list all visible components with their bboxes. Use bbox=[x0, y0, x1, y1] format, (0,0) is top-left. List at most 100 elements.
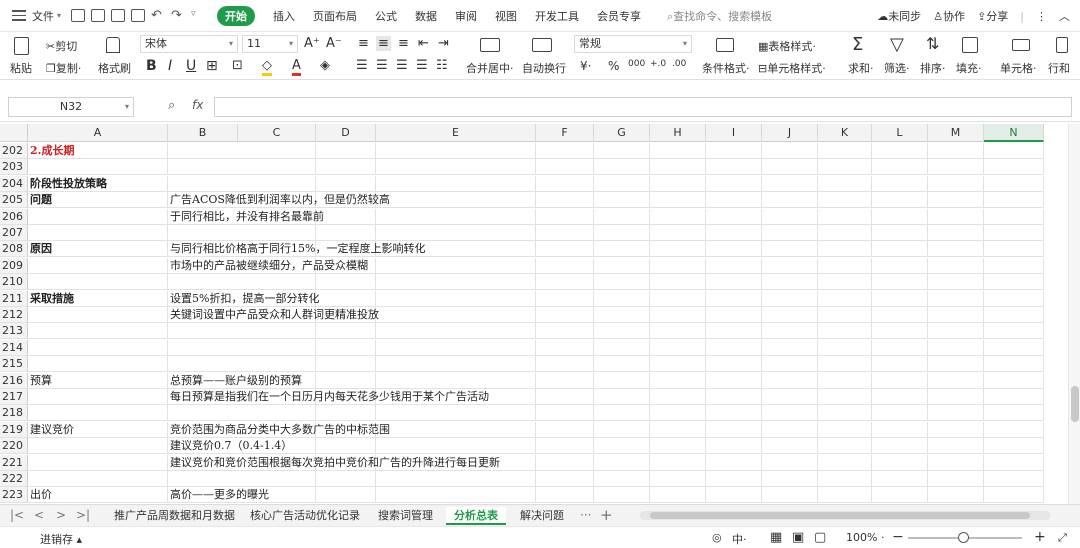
cell[interactable] bbox=[818, 192, 872, 209]
cell[interactable] bbox=[594, 438, 650, 455]
cell[interactable] bbox=[536, 339, 594, 356]
merge-center-button[interactable]: 合并居中· bbox=[466, 60, 514, 76]
column-header-e[interactable]: E bbox=[376, 124, 536, 142]
cell[interactable] bbox=[536, 389, 594, 405]
cell-b[interactable]: 市场中的产品被继续细分，产品受众模糊 bbox=[168, 258, 368, 274]
cell-b[interactable] bbox=[168, 340, 238, 356]
cell[interactable] bbox=[316, 175, 376, 192]
cell-a[interactable] bbox=[28, 257, 168, 274]
cell-a[interactable]: 预算 bbox=[28, 372, 168, 389]
row-header[interactable]: 213 bbox=[0, 323, 28, 340]
normal-view-icon[interactable]: ▦ bbox=[770, 530, 782, 545]
cell[interactable] bbox=[706, 356, 762, 373]
row-header[interactable]: 211 bbox=[0, 290, 28, 307]
sum-icon[interactable]: Σ bbox=[852, 34, 863, 55]
cell[interactable] bbox=[928, 290, 984, 307]
cell[interactable] bbox=[536, 356, 594, 373]
cells-icon[interactable] bbox=[1012, 39, 1030, 51]
cell[interactable] bbox=[762, 421, 818, 438]
cell[interactable] bbox=[376, 290, 536, 307]
first-sheet-icon[interactable]: |< bbox=[10, 508, 24, 522]
cell[interactable] bbox=[872, 307, 928, 323]
cell-a[interactable] bbox=[28, 454, 168, 471]
zoom-level[interactable]: 100% · bbox=[846, 531, 884, 544]
row-header[interactable]: 205 bbox=[0, 192, 28, 209]
align-right-icon[interactable]: ☰ bbox=[396, 58, 408, 73]
cell-b[interactable]: 竞价范围为商品分类中大多数广告的中标范围 bbox=[168, 422, 390, 438]
indent-increase-icon[interactable]: ⇥ bbox=[438, 36, 449, 51]
distributed-icon[interactable]: ☷ bbox=[436, 58, 448, 73]
cell-b[interactable]: 于同行相比，并没有排名最靠前 bbox=[168, 209, 324, 225]
more-sheets-icon[interactable]: ··· bbox=[580, 508, 591, 522]
cell[interactable] bbox=[706, 323, 762, 340]
cut-button[interactable]: ✂剪切 bbox=[46, 38, 77, 54]
row-header[interactable]: 206 bbox=[0, 208, 28, 225]
cell[interactable] bbox=[762, 241, 818, 258]
cell[interactable] bbox=[818, 356, 872, 373]
cell[interactable] bbox=[706, 241, 762, 258]
conditional-format-icon[interactable] bbox=[716, 38, 734, 52]
cell-a[interactable]: 2.成长期 bbox=[28, 143, 168, 159]
cell[interactable] bbox=[984, 323, 1044, 340]
formula-input[interactable] bbox=[214, 97, 1072, 117]
cell[interactable] bbox=[650, 192, 706, 209]
cell[interactable] bbox=[376, 307, 536, 323]
cell[interactable] bbox=[706, 389, 762, 405]
menu-icon[interactable] bbox=[12, 10, 26, 21]
paste-icon[interactable] bbox=[14, 37, 29, 55]
cell[interactable] bbox=[818, 438, 872, 455]
cell[interactable] bbox=[928, 274, 984, 291]
tab-data[interactable]: 数据 bbox=[415, 8, 437, 24]
cell-b[interactable]: 设置5%折扣，提高一部分转化 bbox=[168, 291, 319, 307]
cell[interactable] bbox=[762, 257, 818, 274]
name-box[interactable]: N32 ▾ bbox=[8, 97, 134, 117]
cell[interactable] bbox=[818, 257, 872, 274]
cell[interactable] bbox=[706, 339, 762, 356]
cell-b[interactable] bbox=[168, 405, 238, 422]
cell[interactable] bbox=[594, 405, 650, 422]
print-icon[interactable] bbox=[111, 9, 126, 22]
command-search[interactable]: ⌕查找命令、搜索模板 bbox=[667, 8, 772, 24]
row-header[interactable]: 209 bbox=[0, 257, 28, 274]
cell[interactable] bbox=[928, 438, 984, 455]
font-size-select[interactable]: 11 ▾ bbox=[242, 35, 298, 53]
cell[interactable] bbox=[536, 421, 594, 438]
cell[interactable] bbox=[872, 454, 928, 471]
cell-b[interactable]: 建议竞价0.7（0.4-1.4） bbox=[168, 438, 292, 455]
row-col-icon[interactable] bbox=[1056, 37, 1068, 53]
cell[interactable] bbox=[928, 372, 984, 389]
cell[interactable] bbox=[762, 323, 818, 340]
column-header-m[interactable]: M bbox=[928, 124, 984, 142]
cell-b[interactable] bbox=[168, 356, 238, 373]
cell[interactable] bbox=[376, 372, 536, 389]
cell[interactable] bbox=[928, 307, 984, 323]
cell[interactable] bbox=[872, 356, 928, 373]
cell-a[interactable] bbox=[28, 339, 168, 356]
bold-icon[interactable]: B bbox=[146, 58, 157, 74]
cell[interactable] bbox=[762, 405, 818, 422]
spreadsheet-grid[interactable]: A B C D E F G H I J K L M N 202 2.成长期 203 204 阶段性投放策略 205 问题… bbox=[0, 124, 1068, 504]
cell[interactable] bbox=[706, 290, 762, 307]
cell[interactable] bbox=[536, 159, 594, 176]
cell[interactable] bbox=[984, 208, 1044, 225]
column-header-d[interactable]: D bbox=[316, 124, 376, 142]
cell-b[interactable]: 总预算——账户级别的预算 bbox=[168, 373, 302, 389]
column-header-f[interactable]: F bbox=[536, 124, 594, 142]
row-header[interactable]: 218 bbox=[0, 405, 28, 422]
cell[interactable] bbox=[984, 372, 1044, 389]
tab-home[interactable]: 开始 bbox=[217, 5, 256, 26]
cell[interactable] bbox=[706, 159, 762, 176]
cell[interactable] bbox=[928, 454, 984, 471]
column-header-j[interactable]: J bbox=[762, 124, 818, 142]
cell[interactable] bbox=[536, 454, 594, 471]
cell[interactable] bbox=[762, 175, 818, 192]
cell[interactable] bbox=[928, 192, 984, 209]
row-header[interactable]: 220 bbox=[0, 438, 28, 455]
cell[interactable] bbox=[984, 421, 1044, 438]
font-shrink-icon[interactable]: A⁻ bbox=[326, 36, 342, 51]
cell[interactable] bbox=[984, 225, 1044, 241]
clear-format-icon[interactable]: ◈ bbox=[320, 58, 330, 73]
cell[interactable] bbox=[376, 208, 536, 225]
sheet-tab[interactable]: 解决问题 bbox=[520, 507, 564, 525]
format-painter-icon[interactable] bbox=[106, 37, 120, 53]
